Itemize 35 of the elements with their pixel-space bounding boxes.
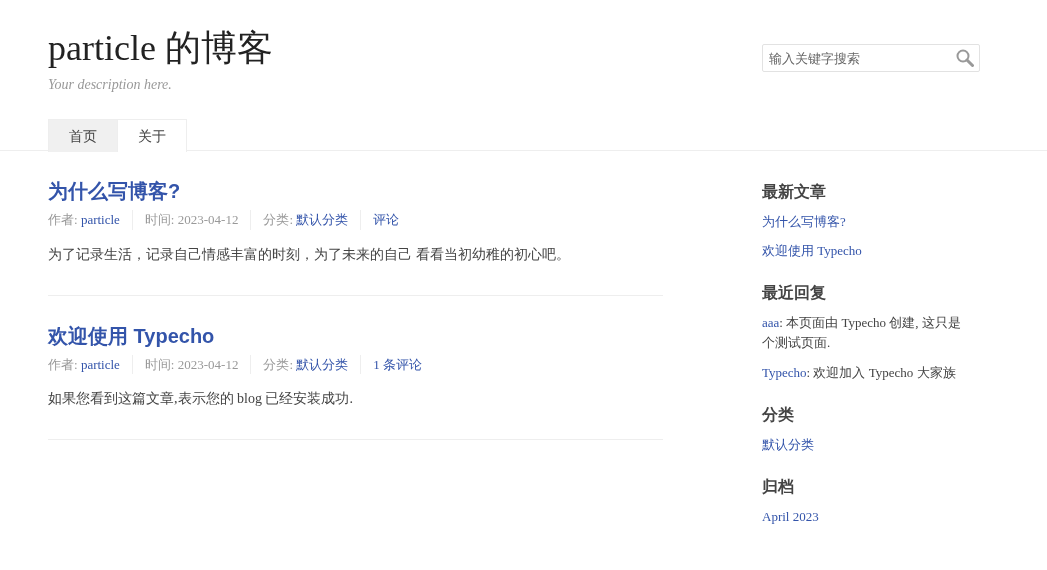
comments-link[interactable]: 1 条评论 bbox=[373, 356, 423, 372]
post-excerpt: 如果您看到这篇文章,表示您的 blog 已经安装成功. bbox=[48, 390, 353, 408]
meta-label: 分类: bbox=[263, 212, 294, 227]
reply-text: Typecho: 欢迎加入 Typecho 大家族 bbox=[762, 364, 956, 380]
meta-label: 作者: bbox=[48, 356, 78, 372]
widget-title: 分类 bbox=[762, 404, 794, 424]
post-title[interactable]: 为什么写博客? bbox=[48, 179, 181, 203]
meta-label: 作者: bbox=[48, 212, 78, 227]
widget-title: 最新文章 bbox=[762, 182, 826, 202]
search-icon[interactable] bbox=[956, 49, 974, 67]
reply-author-link[interactable]: Typecho bbox=[762, 364, 807, 380]
author-link[interactable]: particle bbox=[80, 356, 120, 372]
sidebar-link[interactable]: 为什么写博客? bbox=[762, 214, 846, 229]
meta-label: 时间: bbox=[144, 356, 175, 372]
nav-tab[interactable]: 首页 bbox=[48, 119, 118, 152]
site-description: Your description here. bbox=[48, 76, 172, 94]
search-field[interactable]: 输入关键字搜索 bbox=[762, 44, 980, 72]
post-title[interactable]: 欢迎使用 Typecho bbox=[48, 323, 215, 348]
post-date: 2023-04-12 bbox=[177, 356, 239, 372]
category-link[interactable]: 默认分类 bbox=[296, 356, 349, 372]
reply-text: aaa: 本页面由 Typecho 创建, 这只是个测试页面. bbox=[762, 315, 961, 351]
post-date: 2023-04-12 bbox=[177, 212, 239, 227]
comments-link[interactable]: 评论 bbox=[373, 212, 400, 227]
widget-title: 归档 bbox=[762, 476, 794, 497]
category-link[interactable]: 默认分类 bbox=[296, 212, 349, 227]
author-link[interactable]: particle bbox=[80, 212, 120, 227]
widget-title: 最近回复 bbox=[762, 283, 826, 303]
meta-label: 时间: bbox=[144, 212, 175, 227]
sidebar-link[interactable]: April 2023 bbox=[762, 508, 819, 524]
site-title[interactable]: particle 的博客 bbox=[48, 0, 273, 66]
post-excerpt: 为了记录生活，记录自己情感丰富的时刻，为了未来的自己 看看当初幼稚的初心吧。 bbox=[48, 245, 570, 264]
sidebar-link[interactable]: 欢迎使用 Typecho bbox=[762, 243, 862, 259]
sidebar-link[interactable]: 默认分类 bbox=[762, 436, 814, 452]
meta-label: 分类: bbox=[263, 356, 294, 372]
nav-tab[interactable]: 关于 bbox=[117, 119, 187, 152]
